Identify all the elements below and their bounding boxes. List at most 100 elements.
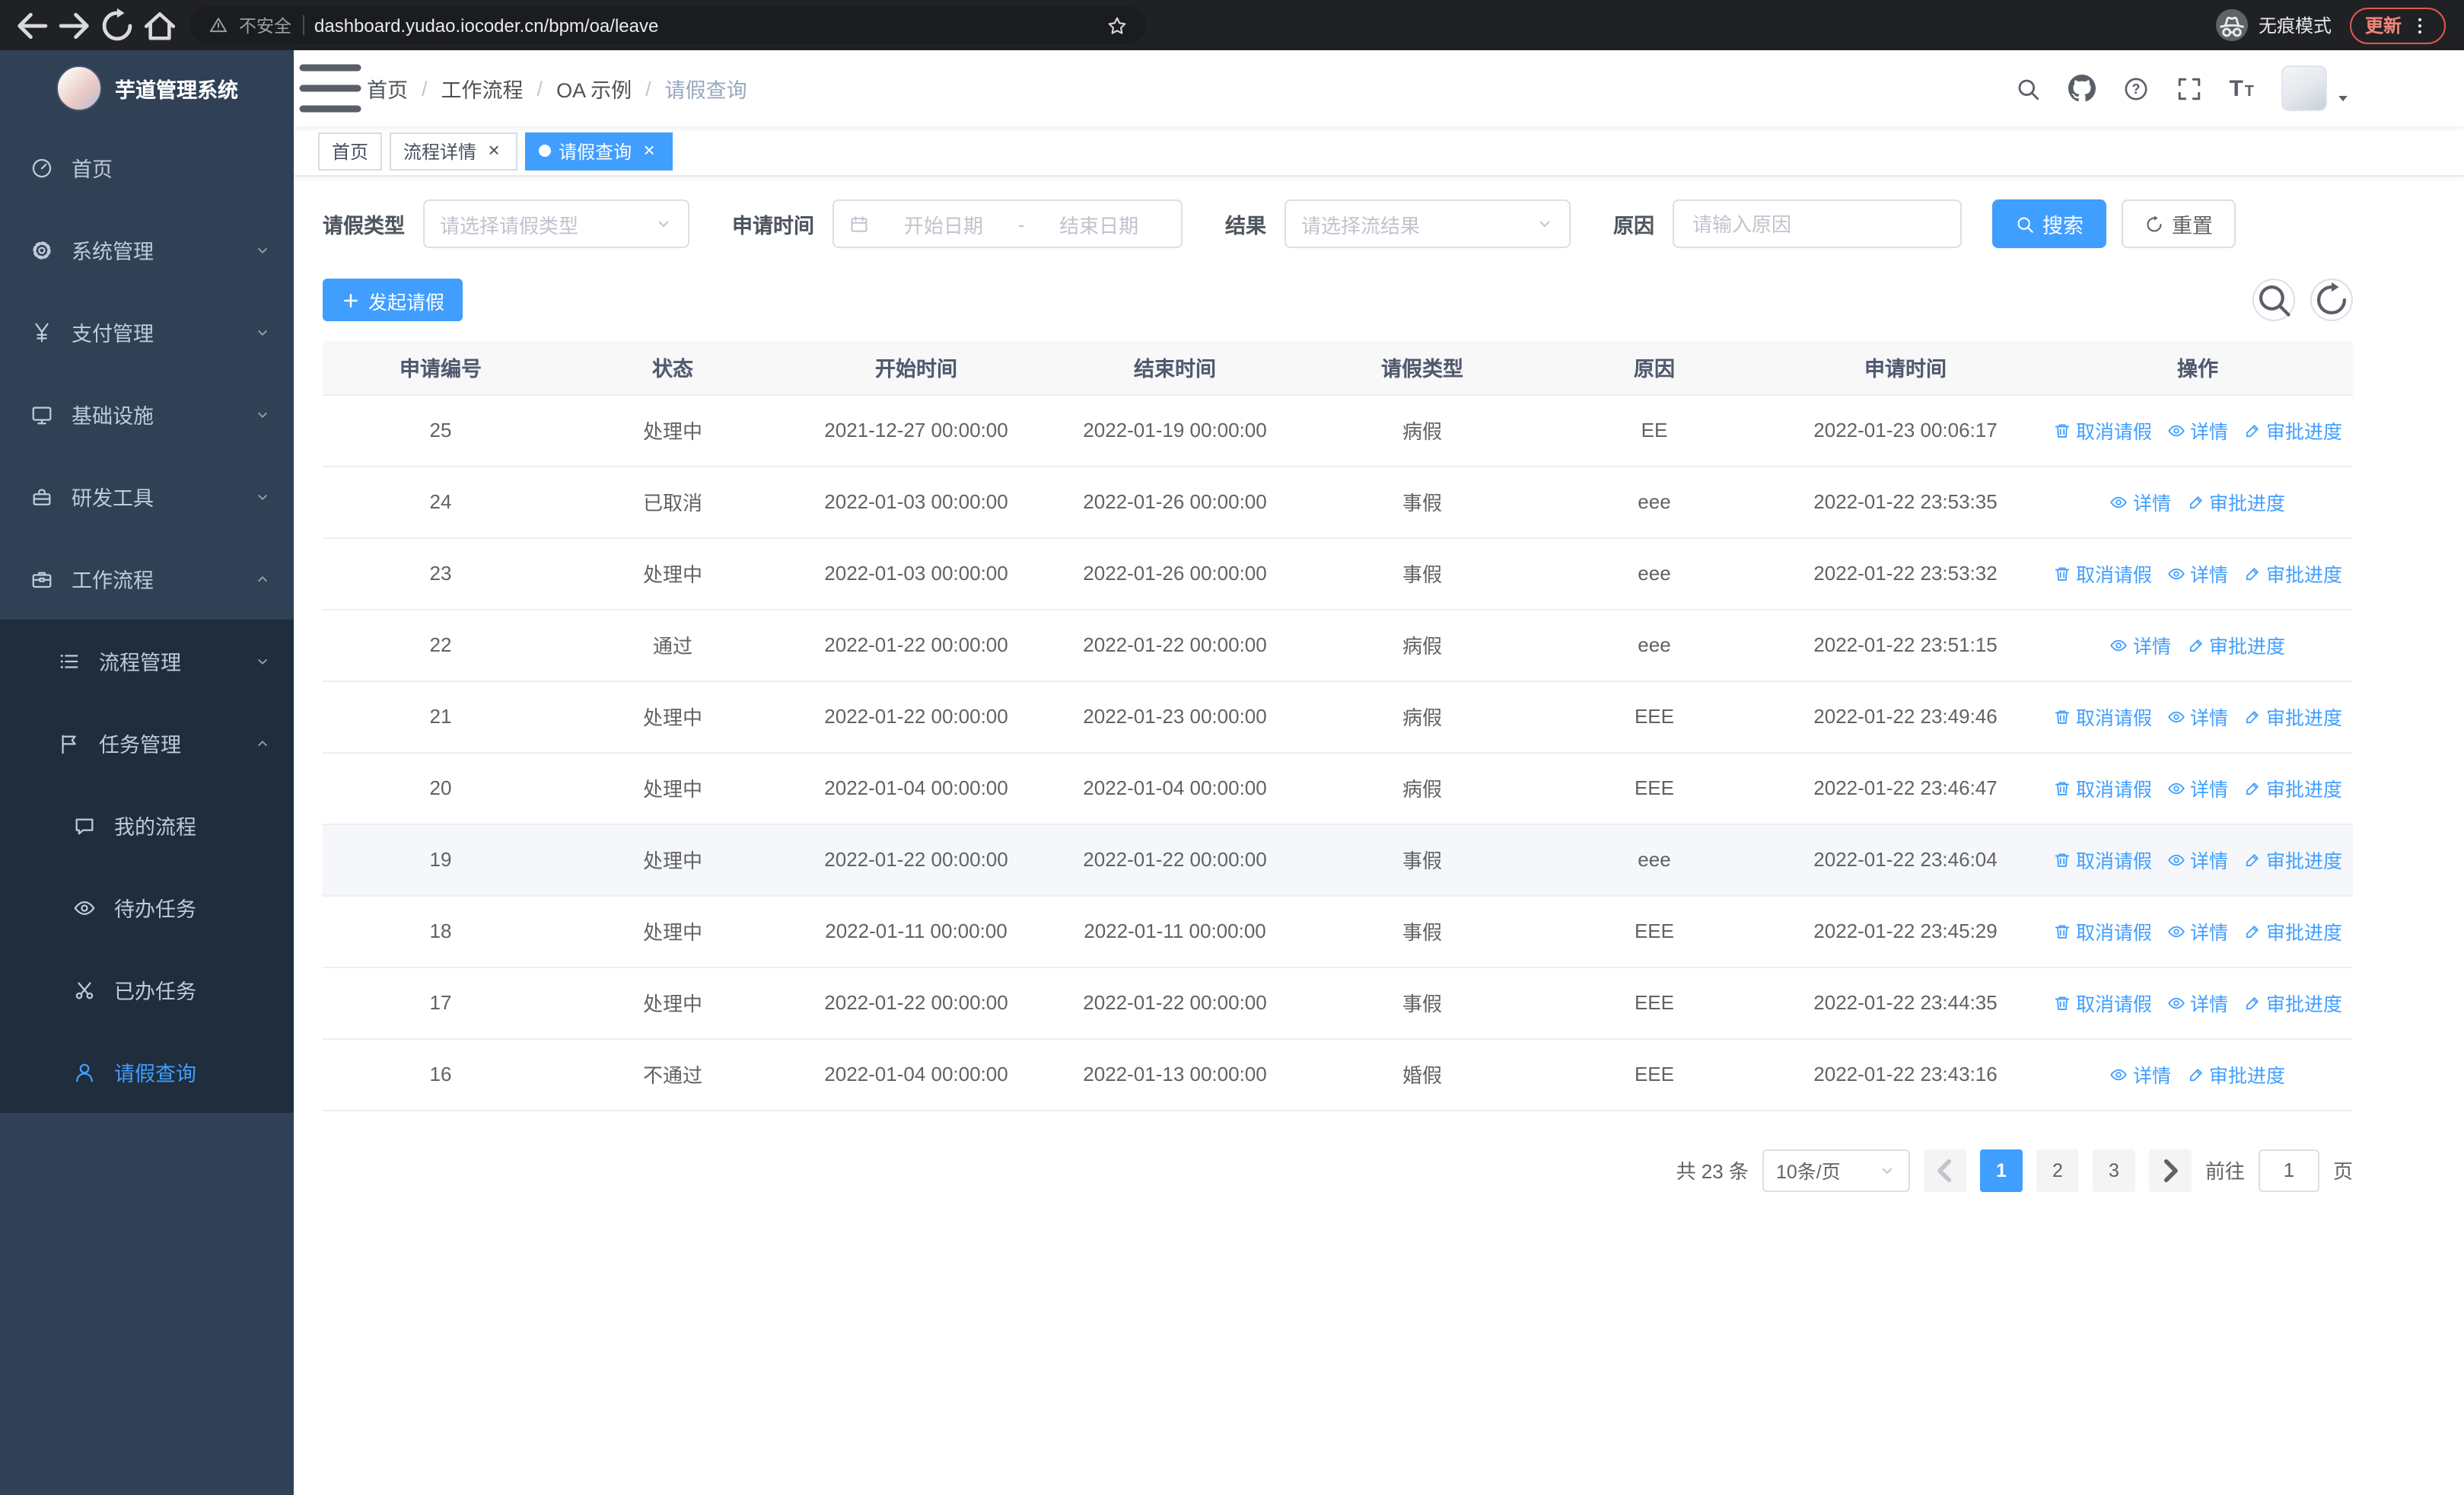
goto-page-input[interactable]: [2258, 1149, 2319, 1191]
create-leave-button[interactable]: 发起请假: [323, 279, 463, 321]
breadcrumb-item-workflow[interactable]: 工作流程: [441, 73, 524, 104]
security-warning-icon[interactable]: [209, 15, 228, 35]
github-icon[interactable]: [2068, 75, 2096, 102]
kebab-menu-icon[interactable]: [2409, 14, 2431, 36]
search-icon[interactable]: [2014, 75, 2040, 101]
reload-icon[interactable]: [97, 5, 137, 45]
apply-time-range-picker[interactable]: 开始日期 - 结束日期: [832, 199, 1183, 248]
cancel-leave-link[interactable]: 取消请假: [2053, 416, 2152, 445]
page-button-1[interactable]: 1: [1979, 1149, 2023, 1191]
page-button-3[interactable]: 3: [2092, 1149, 2135, 1191]
sidebar-item-infrastructure[interactable]: 基础设施: [0, 373, 294, 455]
sidebar-item-workflow[interactable]: 工作流程: [0, 537, 294, 620]
question-icon[interactable]: ?: [2122, 75, 2148, 101]
forward-icon[interactable]: [55, 5, 94, 45]
breadcrumb-item-home[interactable]: 首页: [367, 73, 408, 104]
cell-id: 18: [323, 895, 559, 967]
sidebar-item-leave-query[interactable]: 请假查询: [0, 1031, 294, 1113]
close-tab-icon[interactable]: ×: [484, 139, 504, 161]
sidebar-item-task-management[interactable]: 任务管理: [0, 702, 294, 784]
cancel-leave-link[interactable]: 取消请假: [2053, 559, 2152, 588]
search-button[interactable]: 搜索: [1992, 199, 2106, 248]
approval-progress-link-label: 审批进度: [2266, 851, 2343, 872]
app-logo[interactable]: 芋道管理系统: [0, 50, 294, 126]
back-icon[interactable]: [12, 5, 52, 45]
approval-progress-link[interactable]: 审批进度: [2243, 916, 2342, 945]
update-label[interactable]: 更新: [2365, 12, 2402, 38]
cancel-leave-link[interactable]: 取消请假: [2053, 988, 2152, 1017]
sidebar-item-label: 已办任务: [114, 980, 196, 1003]
cancel-leave-link[interactable]: 取消请假: [2053, 702, 2152, 731]
home-icon[interactable]: [140, 5, 180, 45]
approval-progress-link[interactable]: 审批进度: [2186, 630, 2285, 659]
detail-link[interactable]: 详情: [2110, 1060, 2171, 1089]
detail-link[interactable]: 详情: [2167, 988, 2228, 1017]
incognito-icon: [2215, 9, 2248, 41]
address-bar[interactable]: 不安全 dashboard.yudao.iocoder.cn/bpm/oa/le…: [190, 6, 1146, 44]
cell-actions: 取消请假 详情 审批进度: [2042, 537, 2353, 610]
hamburger-icon[interactable]: [294, 50, 367, 126]
reset-button[interactable]: 重置: [2122, 199, 2236, 248]
chat-icon: [73, 814, 96, 837]
reason-input[interactable]: [1673, 199, 1962, 248]
page-button-2[interactable]: 2: [2036, 1149, 2079, 1191]
sidebar-item-process-management[interactable]: 流程管理: [0, 620, 294, 702]
prev-page-button[interactable]: [1923, 1149, 1966, 1191]
detail-link[interactable]: 详情: [2167, 845, 2228, 874]
sidebar-item-todo-tasks[interactable]: 待办任务: [0, 866, 294, 948]
next-page-button[interactable]: [2148, 1149, 2192, 1191]
approval-progress-link[interactable]: 审批进度: [2243, 559, 2342, 588]
fullscreen-icon[interactable]: [2176, 75, 2201, 101]
approval-progress-link[interactable]: 审批进度: [2243, 702, 2342, 731]
sidebar-item-home[interactable]: 首页: [0, 126, 294, 209]
edit-icon: [2243, 850, 2262, 869]
user-menu[interactable]: [2281, 65, 2351, 111]
cell-leave-type: 事假: [1304, 537, 1540, 610]
url-text[interactable]: dashboard.yudao.iocoder.cn/bpm/oa/leave: [314, 14, 658, 36]
cancel-leave-link-label: 取消请假: [2075, 994, 2152, 1015]
sidebar-item-dev-tools[interactable]: 研发工具: [0, 455, 294, 537]
sidebar-item-system-management[interactable]: 系统管理: [0, 209, 294, 291]
cell-apply-time: 2022-01-22 23:49:46: [1768, 681, 2042, 753]
detail-link[interactable]: 详情: [2167, 773, 2228, 802]
refresh-table-button[interactable]: [2310, 279, 2353, 321]
detail-link[interactable]: 详情: [2167, 916, 2228, 945]
avatar[interactable]: [2281, 65, 2327, 111]
detail-link[interactable]: 详情: [2110, 487, 2171, 516]
result-select[interactable]: 请选择流结果: [1285, 199, 1571, 248]
approval-progress-link[interactable]: 审批进度: [2243, 988, 2342, 1017]
leave-type-select[interactable]: 请选择请假类型: [423, 199, 689, 248]
browser-update-chip[interactable]: 更新: [2349, 7, 2446, 43]
edit-icon: [2186, 636, 2205, 654]
edit-icon: [2243, 779, 2262, 797]
detail-link[interactable]: 详情: [2167, 559, 2228, 588]
approval-progress-link[interactable]: 审批进度: [2186, 487, 2285, 516]
bookmark-star-icon[interactable]: [1106, 14, 1128, 36]
cancel-leave-link[interactable]: 取消请假: [2053, 773, 2152, 802]
breadcrumb-item-oa-example[interactable]: OA 示例: [556, 73, 632, 104]
sidebar-item-my-processes[interactable]: 我的流程: [0, 784, 294, 866]
approval-progress-link[interactable]: 审批进度: [2243, 845, 2342, 874]
sidebar-item-done-tasks[interactable]: 已办任务: [0, 948, 294, 1031]
cancel-leave-link[interactable]: 取消请假: [2053, 845, 2152, 874]
tab-home[interactable]: 首页: [318, 132, 383, 170]
page-size-select[interactable]: 10条/页: [1762, 1149, 1910, 1191]
sidebar-item-payment-management[interactable]: 支付管理: [0, 291, 294, 373]
detail-link[interactable]: 详情: [2167, 416, 2228, 445]
cancel-leave-link[interactable]: 取消请假: [2053, 916, 2152, 945]
approval-progress-link[interactable]: 审批进度: [2186, 1060, 2285, 1089]
sidebar-item-label: 基础设施: [72, 405, 154, 428]
close-tab-icon[interactable]: ×: [639, 139, 659, 161]
approval-progress-link[interactable]: 审批进度: [2243, 773, 2342, 802]
eye-icon: [2167, 779, 2185, 797]
font-size-icon[interactable]: TT: [2229, 77, 2254, 100]
detail-link[interactable]: 详情: [2167, 702, 2228, 731]
approval-progress-link[interactable]: 审批进度: [2243, 416, 2342, 445]
cell-leave-type: 病假: [1304, 394, 1540, 467]
toggle-search-button[interactable]: [2252, 279, 2295, 321]
tab-process-detail[interactable]: 流程详情 ×: [390, 132, 518, 170]
security-warning-label[interactable]: 不安全: [239, 13, 291, 37]
tab-leave-query[interactable]: 请假查询 ×: [525, 132, 673, 170]
detail-link[interactable]: 详情: [2110, 630, 2171, 659]
eye-icon: [2110, 1065, 2128, 1083]
